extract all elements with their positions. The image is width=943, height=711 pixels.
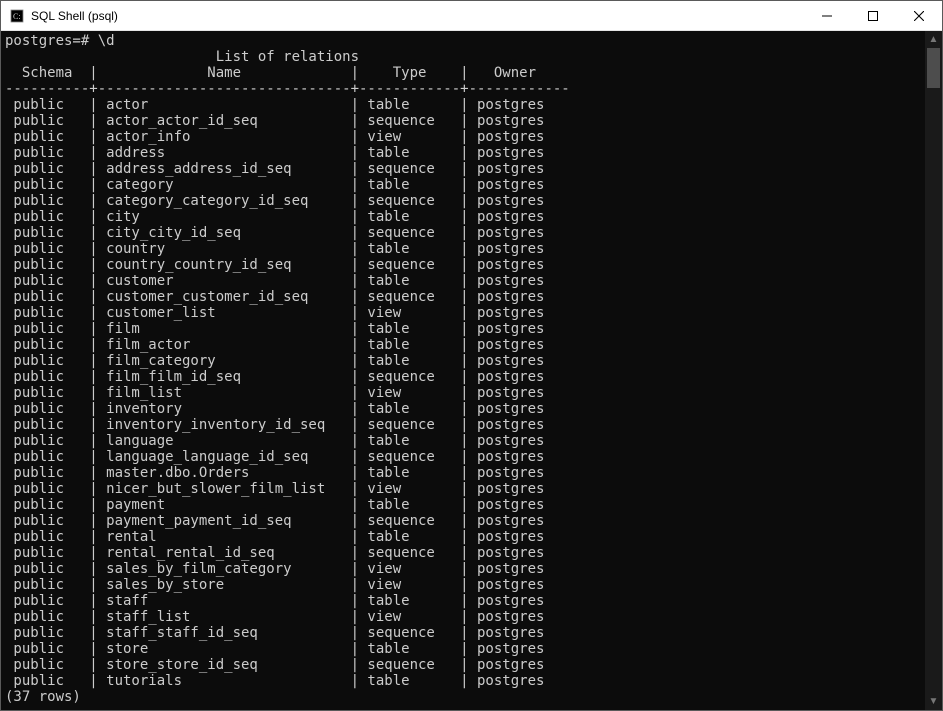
titlebar[interactable]: C: SQL Shell (psql) (1, 1, 942, 31)
window-title: SQL Shell (psql) (31, 9, 118, 23)
scroll-down-arrow[interactable]: ▼ (925, 693, 942, 710)
vertical-scrollbar[interactable]: ▲ ▼ (925, 31, 942, 710)
app-icon: C: (9, 8, 25, 24)
terminal-area[interactable]: postgres=# \d List of relations Schema |… (1, 31, 942, 710)
scroll-up-arrow[interactable]: ▲ (925, 31, 942, 48)
minimize-button[interactable] (804, 1, 850, 31)
maximize-button[interactable] (850, 1, 896, 31)
scroll-thumb[interactable] (927, 48, 940, 88)
terminal-output: postgres=# \d List of relations Schema |… (5, 33, 942, 705)
svg-text:C:: C: (13, 12, 21, 21)
close-button[interactable] (896, 1, 942, 31)
